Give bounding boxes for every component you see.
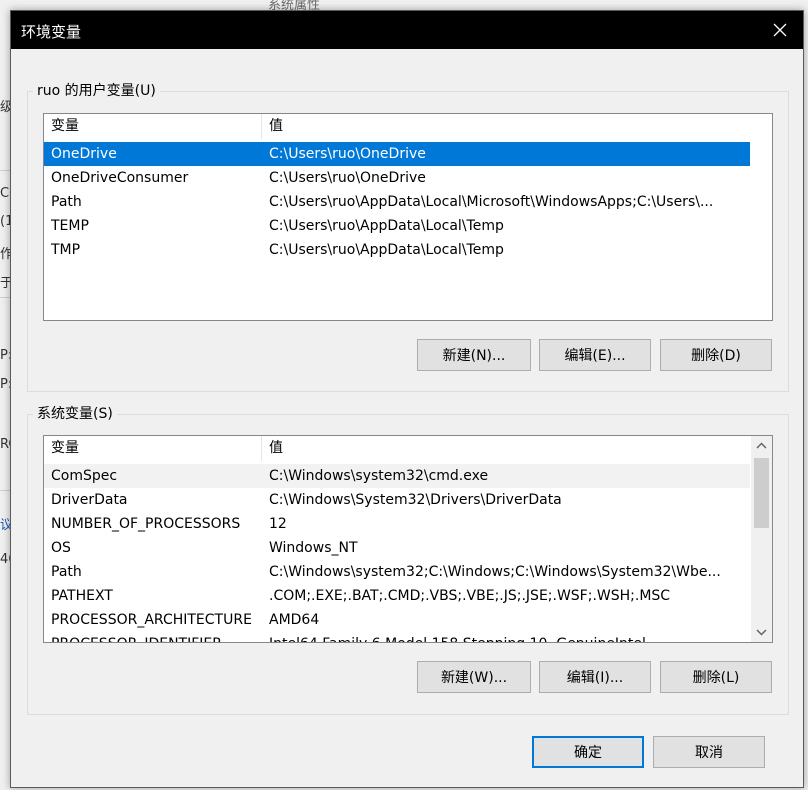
close-button[interactable] (757, 11, 803, 49)
variable-name: ComSpec (51, 468, 118, 484)
column-header-variable[interactable]: 变量 (44, 114, 262, 139)
scroll-down-button[interactable] (751, 622, 772, 642)
list-row[interactable]: ComSpec C:\Windows\system32\cmd.exe (44, 464, 750, 488)
variable-name: Path (51, 194, 82, 210)
column-header-value[interactable]: 值 (262, 114, 742, 139)
variable-value: C:\Users\ruo\OneDrive (269, 170, 426, 186)
list-row[interactable]: OS Windows_NT (44, 536, 750, 560)
list-row[interactable]: OneDrive C:\Users\ruo\OneDrive (44, 142, 750, 166)
ok-button[interactable]: 确定 (532, 736, 644, 768)
scroll-thumb[interactable] (754, 458, 769, 528)
list-row[interactable]: DriverData C:\Windows\System32\Drivers\D… (44, 488, 750, 512)
user-edit-button[interactable]: 编辑(E)... (539, 339, 651, 371)
list-row[interactable]: PROCESSOR_IDENTIFIER Intel64 Family 6 Mo… (44, 632, 750, 642)
list-row[interactable]: TMP C:\Users\ruo\AppData\Local\Temp (44, 238, 750, 262)
list-row[interactable]: Path C:\Windows\system32;C:\Windows;C:\W… (44, 560, 750, 584)
variable-value: C:\Windows\system32\cmd.exe (269, 468, 489, 484)
list-row[interactable]: Path C:\Users\ruo\AppData\Local\Microsof… (44, 190, 750, 214)
variable-value: Windows_NT (269, 540, 358, 556)
variable-value: .COM;.EXE;.BAT;.CMD;.VBS;.VBE;.JS;.JSE;.… (269, 588, 671, 604)
column-header-variable[interactable]: 变量 (44, 436, 262, 461)
column-header-value[interactable]: 值 (262, 436, 742, 461)
variable-name: OneDrive (51, 146, 117, 162)
variable-name: PATHEXT (51, 588, 113, 604)
variable-value: C:\Users\ruo\OneDrive (269, 146, 426, 162)
variable-name: Path (51, 564, 82, 580)
title-bar: 环境变量 (11, 11, 803, 49)
variable-value: Intel64 Family 6 Model 158 Stepping 10, … (262, 632, 748, 642)
list-row[interactable]: PATHEXT .COM;.EXE;.BAT;.CMD;.VBS;.VBE;.J… (44, 584, 750, 608)
system-delete-button[interactable]: 删除(L) (660, 661, 772, 693)
variable-name: OS (51, 540, 71, 556)
list-row[interactable]: NUMBER_OF_PROCESSORS 12 (44, 512, 750, 536)
environment-variables-dialog: 环境变量 ruo 的用户变量(U) 变量 值 OneDrive C:\Users… (10, 10, 804, 788)
variable-name: PROCESSOR_ARCHITECTURE (51, 612, 252, 628)
variable-value: C:\Users\ruo\AppData\Local\Microsoft\Win… (269, 194, 714, 210)
variable-value: C:\Windows\System32\Drivers\DriverData (269, 492, 562, 508)
variable-value: C:\Users\ruo\AppData\Local\Temp (269, 242, 504, 258)
user-variables-label: ruo 的用户变量(U) (33, 80, 160, 100)
list-header: 变量 值 (44, 436, 750, 461)
list-row[interactable]: PROCESSOR_ARCHITECTURE AMD64 (44, 608, 750, 632)
variable-name: PROCESSOR_IDENTIFIER (44, 632, 262, 642)
variable-name: OneDriveConsumer (51, 170, 189, 186)
chevron-up-icon (756, 442, 767, 449)
variable-value: AMD64 (269, 612, 320, 628)
chevron-down-icon (756, 629, 767, 636)
user-new-button[interactable]: 新建(N)... (417, 339, 531, 371)
system-variables-list[interactable]: 变量 值 ComSpec C:\Windows\system32\cmd.exe… (43, 435, 773, 643)
vertical-scrollbar[interactable] (751, 436, 772, 642)
scroll-up-button[interactable] (751, 436, 772, 456)
list-header: 变量 值 (44, 114, 772, 139)
variable-value: C:\Windows\system32;C:\Windows;C:\Window… (269, 564, 721, 580)
close-icon (773, 23, 787, 37)
dialog-title: 环境变量 (21, 23, 82, 41)
variable-name: TMP (51, 242, 81, 258)
variable-name: NUMBER_OF_PROCESSORS (51, 516, 241, 532)
cancel-button[interactable]: 取消 (653, 736, 765, 768)
list-row[interactable]: TEMP C:\Users\ruo\AppData\Local\Temp (44, 214, 750, 238)
variable-value: 12 (269, 516, 287, 532)
variable-name: DriverData (51, 492, 128, 508)
system-edit-button[interactable]: 编辑(I)... (539, 661, 651, 693)
system-new-button[interactable]: 新建(W)... (417, 661, 531, 693)
system-variables-label: 系统变量(S) (33, 403, 117, 423)
list-row[interactable]: OneDriveConsumer C:\Users\ruo\OneDrive (44, 166, 750, 190)
variable-value: C:\Users\ruo\AppData\Local\Temp (269, 218, 504, 234)
user-variables-list[interactable]: 变量 值 OneDrive C:\Users\ruo\OneDrive OneD… (43, 113, 773, 321)
variable-name: TEMP (51, 218, 89, 234)
user-delete-button[interactable]: 删除(D) (660, 339, 772, 371)
